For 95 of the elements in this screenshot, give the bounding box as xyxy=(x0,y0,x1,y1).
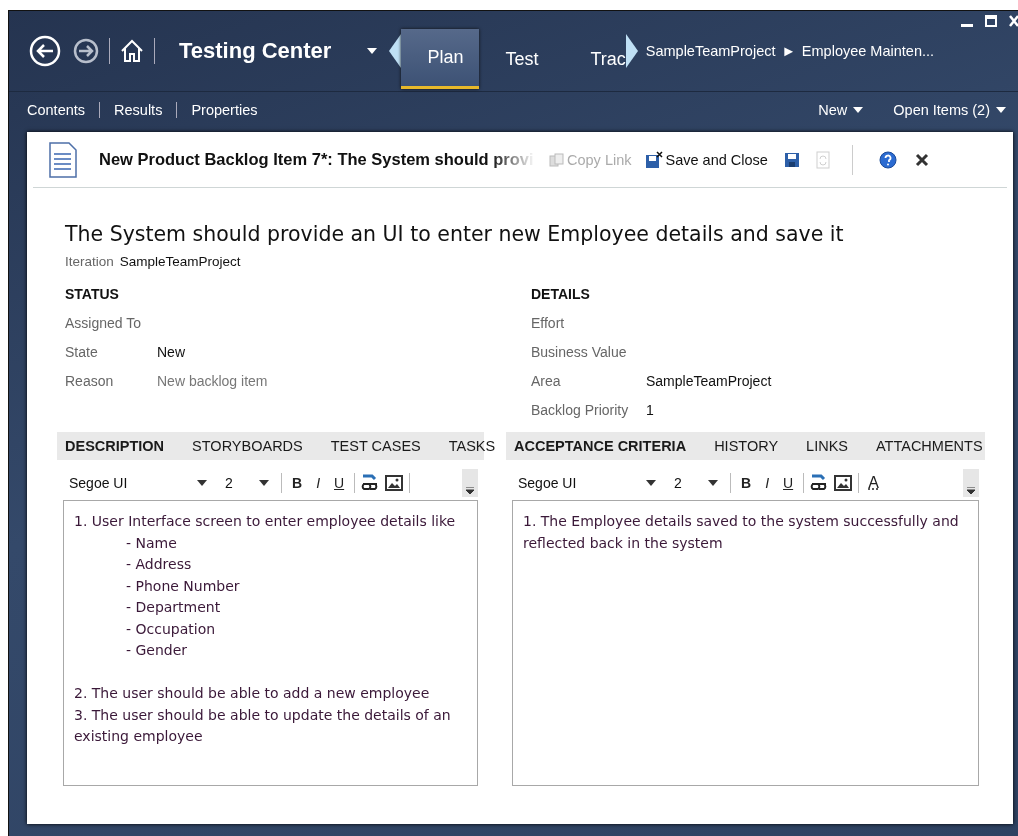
format-button[interactable]: B xyxy=(288,475,307,491)
field-value[interactable]: 1 xyxy=(646,401,654,418)
font-size: 2 xyxy=(674,475,682,491)
picture-icon[interactable] xyxy=(385,475,404,491)
menu-button[interactable]: New xyxy=(818,102,864,118)
breadcrumb-item[interactable]: SampleTeamProject xyxy=(645,43,776,59)
section-heading: DETAILS xyxy=(531,286,591,302)
format-button[interactable]: I xyxy=(312,475,324,491)
overflow-icon xyxy=(466,487,474,494)
format-button[interactable]: U xyxy=(779,475,798,491)
field-label: Assigned To xyxy=(65,314,142,331)
caret-icon xyxy=(259,480,269,486)
breadcrumb-separator: ► xyxy=(781,43,796,59)
format-button[interactable]: I xyxy=(761,475,773,491)
hyperlink-icon[interactable] xyxy=(361,474,380,492)
editor-text: - Occupation xyxy=(126,619,217,639)
copy-icon xyxy=(549,152,565,167)
format-button[interactable]: U xyxy=(330,475,349,491)
document-icon xyxy=(49,141,77,178)
overflow-icon xyxy=(967,487,975,494)
editor-text: - Address xyxy=(126,555,193,574)
breadcrumb-item[interactable]: Employee Mainten... xyxy=(801,43,935,59)
field-label: Backlog Priority xyxy=(531,401,630,418)
work-item-tab-title: New Product Backlog Item 7*: The System should provi xyxy=(99,150,535,169)
form-tab[interactable]: DESCRIPTION xyxy=(65,438,165,454)
caret-icon xyxy=(646,480,656,486)
toolbar-overflow-button[interactable] xyxy=(963,469,979,497)
field-label: Iteration xyxy=(65,254,114,269)
form-tab[interactable]: ACCEPTANCE CRITERIA xyxy=(514,438,687,454)
scroll-right-icon[interactable] xyxy=(625,34,638,68)
field-value[interactable]: SampleTeamProject xyxy=(646,372,772,389)
editor-text: - Gender xyxy=(126,641,189,660)
caret-icon xyxy=(197,480,207,486)
format-button[interactable]: B xyxy=(737,475,756,491)
field-value[interactable]: SampleTeamProject xyxy=(119,254,241,269)
hyperlink-icon[interactable] xyxy=(810,474,829,492)
size-dropdown[interactable]: 2 xyxy=(219,471,275,495)
close-icon xyxy=(914,152,929,167)
menu-button[interactable]: Open Items (2) xyxy=(893,102,1006,118)
form-tab[interactable]: TEST CASES xyxy=(330,438,421,454)
field-value[interactable]: New xyxy=(157,343,185,360)
close-icon[interactable] xyxy=(1009,15,1018,27)
app-title: Testing Center xyxy=(179,38,332,64)
field-label: State xyxy=(65,343,99,360)
help-button[interactable] xyxy=(878,150,897,169)
font-color-button[interactable]: A xyxy=(865,474,882,492)
editor-text: 1. The Employee details saved to the system successfully and reflected back in the system xyxy=(523,512,960,553)
nav-link[interactable]: Contents xyxy=(27,102,86,118)
rich-text-editor[interactable] xyxy=(63,500,478,786)
field-label: Reason xyxy=(65,372,115,389)
section-heading: STATUS xyxy=(65,286,120,302)
nav-tab[interactable]: Trac xyxy=(564,29,626,89)
forward-icon[interactable] xyxy=(73,38,99,64)
size-dropdown[interactable]: 2 xyxy=(668,471,724,495)
maximize-icon[interactable] xyxy=(985,15,997,27)
form-tab[interactable]: HISTORY xyxy=(714,438,779,454)
editor-text: - Phone Number xyxy=(126,576,241,596)
caret-icon xyxy=(996,107,1006,113)
font-dropdown[interactable]: Segoe UI xyxy=(63,471,213,495)
form-tab[interactable]: TASKS xyxy=(448,438,496,454)
field-label: Effort xyxy=(531,314,566,331)
work-item-title: The System should provide an UI to enter new Employee details and save it xyxy=(65,222,845,246)
editor-text: 3. The user should be able to update the details of an existing employee xyxy=(74,705,452,746)
font-size: 2 xyxy=(225,475,233,491)
field-label: Area xyxy=(531,372,562,389)
caret-icon xyxy=(853,107,864,113)
field-label: Business Value xyxy=(531,343,628,360)
save-icon xyxy=(783,151,800,168)
form-tab[interactable]: ATTACHMENTS xyxy=(876,438,983,454)
picture-icon[interactable] xyxy=(834,475,853,491)
form-tab[interactable]: STORYBOARDS xyxy=(192,438,303,454)
font-name: Segoe UI xyxy=(69,475,128,491)
nav-tab[interactable]: Test xyxy=(479,29,565,89)
font-dropdown[interactable]: Segoe UI xyxy=(512,471,662,495)
close-button[interactable] xyxy=(914,152,929,167)
nav-link[interactable]: Properties xyxy=(191,102,258,118)
refresh-icon xyxy=(815,150,830,169)
caret-icon xyxy=(367,48,378,54)
save-and-close-button[interactable]: Save and Close xyxy=(645,150,768,169)
save-button[interactable] xyxy=(783,151,800,168)
editor-text: 1. User Interface screen to enter employee details like xyxy=(74,512,457,531)
nav-link[interactable]: Results xyxy=(114,102,163,118)
nav-tab[interactable]: Plan xyxy=(401,29,480,89)
save-close-icon xyxy=(645,150,664,169)
editor-text: - Department xyxy=(126,598,222,617)
toolbar-overflow-button[interactable] xyxy=(462,469,478,497)
font-name: Segoe UI xyxy=(518,475,577,491)
rich-text-editor[interactable]: 1. The Employee details saved to the system successfully and reflected back in the system xyxy=(512,500,979,786)
back-icon[interactable] xyxy=(29,35,61,67)
editor-text: - Name xyxy=(126,533,178,553)
caret-icon xyxy=(708,480,718,486)
editor-text: 2. The user should be able to add a new employee xyxy=(74,684,431,703)
help-icon xyxy=(878,150,897,169)
form-tab[interactable]: LINKS xyxy=(806,438,848,454)
home-icon[interactable] xyxy=(120,39,144,63)
